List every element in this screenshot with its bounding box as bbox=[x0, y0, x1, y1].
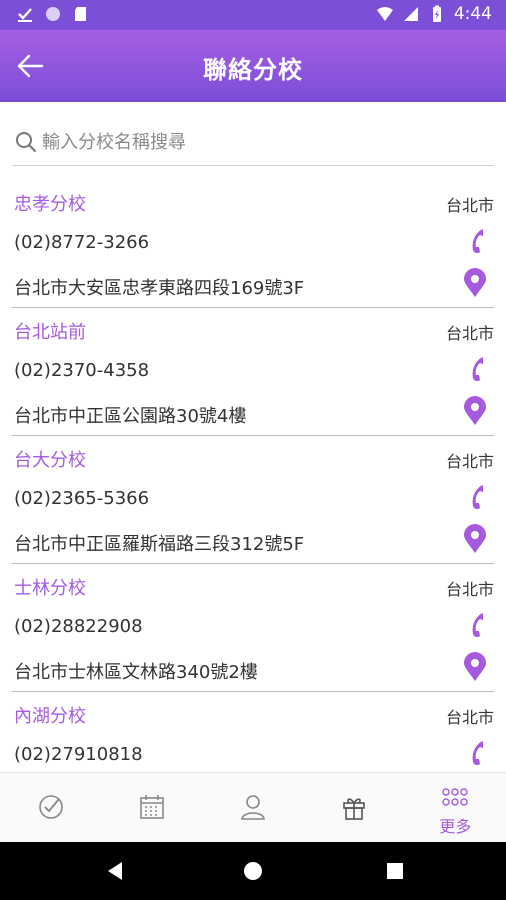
branch-phone: (02)8772-3266 bbox=[14, 232, 150, 253]
list-item[interactable]: 台北站前 台北市 (02)2370-4358 台北市中正區公園路30號4樓 bbox=[12, 308, 494, 436]
page-title: 聯絡分校 bbox=[203, 56, 303, 84]
back-triangle-icon[interactable] bbox=[104, 860, 126, 882]
signal-icon bbox=[403, 7, 418, 21]
search-bar bbox=[12, 118, 494, 166]
branch-city: 台北市 bbox=[445, 196, 494, 215]
phone-icon[interactable] bbox=[464, 354, 490, 384]
map-pin-icon[interactable] bbox=[462, 524, 488, 554]
map-pin-icon[interactable] bbox=[462, 268, 488, 298]
branch-city: 台北市 bbox=[445, 708, 494, 727]
branch-address: 台北市中正區羅斯福路三段312號5F bbox=[14, 534, 305, 555]
nav-profile[interactable] bbox=[202, 773, 303, 842]
system-nav-bar bbox=[0, 842, 506, 900]
list-item[interactable]: 內湖分校 台北市 (02)27910818 bbox=[12, 692, 494, 772]
nav-more-label: 更多 bbox=[439, 817, 472, 836]
phone-icon[interactable] bbox=[464, 482, 490, 512]
branch-city: 台北市 bbox=[445, 580, 494, 599]
map-pin-icon[interactable] bbox=[462, 396, 488, 426]
branch-name: 台北站前 bbox=[14, 322, 86, 343]
circle-status-icon bbox=[46, 7, 60, 21]
list-item[interactable]: 台大分校 台北市 (02)2365-5366 台北市中正區羅斯福路三段312號5… bbox=[12, 436, 494, 564]
status-bar: 4:44 bbox=[0, 0, 506, 30]
battery-icon bbox=[432, 5, 441, 22]
map-pin-icon[interactable] bbox=[462, 652, 488, 682]
branch-phone: (02)2370-4358 bbox=[14, 360, 150, 381]
app-bar: 聯絡分校 bbox=[0, 30, 506, 102]
branch-address: 台北市士林區文林路340號2樓 bbox=[14, 662, 258, 683]
bottom-nav: 更多 bbox=[0, 772, 506, 842]
more-grid-icon bbox=[442, 788, 469, 806]
nav-calendar[interactable] bbox=[101, 773, 202, 842]
phone-icon[interactable] bbox=[464, 738, 490, 768]
branch-phone: (02)2365-5366 bbox=[14, 488, 150, 509]
branch-name: 台大分校 bbox=[14, 450, 86, 471]
search-icon bbox=[16, 132, 36, 152]
branch-address: 台北市大安區忠孝東路四段169號3F bbox=[14, 278, 305, 299]
nav-gift[interactable] bbox=[304, 773, 405, 842]
home-circle-icon[interactable] bbox=[242, 860, 264, 882]
wifi-icon bbox=[376, 7, 393, 21]
phone-icon[interactable] bbox=[464, 610, 490, 640]
branch-name: 內湖分校 bbox=[14, 706, 86, 727]
status-time: 4:44 bbox=[453, 4, 492, 24]
branch-city: 台北市 bbox=[445, 452, 494, 471]
branch-phone: (02)27910818 bbox=[14, 744, 143, 765]
phone-icon[interactable] bbox=[464, 226, 490, 256]
list-item[interactable]: 士林分校 台北市 (02)28822908 台北市士林區文林路340號2樓 bbox=[12, 564, 494, 692]
calendar-icon bbox=[139, 795, 164, 819]
download-done-icon bbox=[18, 8, 32, 22]
branch-address: 台北市中正區公園路30號4樓 bbox=[14, 406, 247, 427]
branch-phone: (02)28822908 bbox=[14, 616, 143, 637]
user-icon bbox=[241, 795, 265, 820]
search-input[interactable] bbox=[42, 126, 482, 158]
branch-name: 士林分校 bbox=[14, 578, 86, 599]
branch-name: 忠孝分校 bbox=[14, 194, 86, 215]
nav-checkin[interactable] bbox=[0, 773, 101, 842]
sd-card-icon bbox=[75, 7, 86, 21]
gift-icon bbox=[343, 798, 366, 820]
check-circle-icon bbox=[38, 795, 63, 819]
branch-list: 忠孝分校 台北市 (02)8772-3266 台北市大安區忠孝東路四段169號3… bbox=[0, 180, 506, 772]
list-item[interactable]: 忠孝分校 台北市 (02)8772-3266 台北市大安區忠孝東路四段169號3… bbox=[12, 180, 494, 308]
branch-city: 台北市 bbox=[445, 324, 494, 343]
recents-square-icon[interactable] bbox=[384, 860, 406, 882]
nav-more[interactable]: 更多 bbox=[405, 773, 506, 842]
